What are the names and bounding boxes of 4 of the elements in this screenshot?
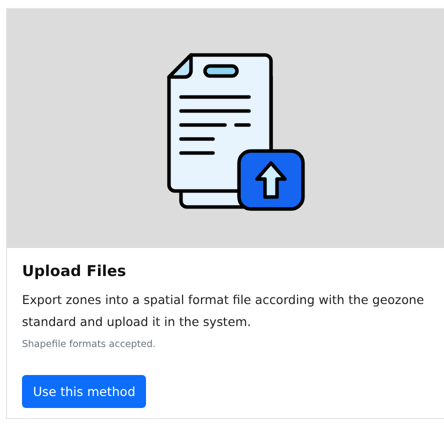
card-title: Upload Files bbox=[22, 262, 126, 280]
format-note: Shapefile formats accepted. bbox=[22, 339, 156, 350]
use-method-button[interactable]: Use this method bbox=[22, 375, 146, 408]
card-description: Export zones into a spatial format file according with the geozone standard and upload it in the system. bbox=[22, 292, 426, 331]
